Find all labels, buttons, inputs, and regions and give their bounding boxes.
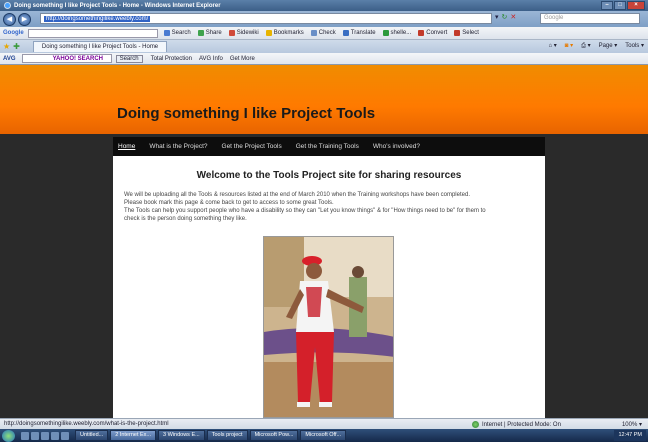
avg-search-button[interactable]: Search bbox=[115, 54, 143, 63]
paragraph-line: check is the person doing something they… bbox=[124, 216, 247, 222]
status-link-url: http://doingsomethingilike.weebly.com/wh… bbox=[4, 421, 169, 427]
ie-logo-icon bbox=[4, 2, 11, 9]
content-area: Welcome to the Tools Project site for sh… bbox=[113, 156, 545, 418]
zoom-level[interactable]: 100% ▾ bbox=[622, 421, 642, 428]
zone-label: Internet | Protected Mode: On bbox=[482, 421, 561, 428]
url-text: http://doingsomethingilike.weebly.com/ bbox=[44, 15, 151, 22]
nav-home[interactable]: Home bbox=[118, 143, 135, 150]
photo-illustration bbox=[264, 237, 393, 417]
tab-bar: ★ ✚ Doing something I like Project Tools… bbox=[0, 40, 648, 53]
quicklaunch-ie-icon[interactable] bbox=[21, 431, 29, 440]
start-button[interactable] bbox=[2, 429, 15, 442]
toolbar-convert-button[interactable]: Convert bbox=[418, 30, 447, 36]
toolbar-translate-button[interactable]: Translate bbox=[342, 30, 376, 36]
address-icons: ▾ ↻ ✕ bbox=[495, 13, 516, 21]
maximize-button[interactable]: □ bbox=[614, 1, 626, 10]
forward-button[interactable]: ▶ bbox=[18, 12, 31, 26]
page-menu[interactable]: Page ▾ bbox=[599, 42, 618, 50]
window-controls: – □ × bbox=[601, 1, 645, 10]
search-icon bbox=[163, 30, 170, 36]
browser-search-input[interactable]: Google bbox=[540, 13, 640, 24]
avg-toolbar: AVG YAHOO! SEARCH Search Total Protectio… bbox=[0, 53, 648, 65]
quicklaunch-word-icon[interactable] bbox=[51, 431, 59, 440]
pdf-icon bbox=[418, 30, 425, 36]
task-button[interactable]: Microsoft Pow... bbox=[249, 430, 299, 441]
translate-icon bbox=[342, 30, 349, 36]
windows-taskbar: Untitled... 2 Internet Ex... 3 Windows E… bbox=[0, 429, 648, 442]
nav-what-is-project[interactable]: What is the Project? bbox=[149, 143, 207, 150]
toolbar-account-button[interactable]: shelle... bbox=[382, 30, 411, 36]
window-title: Doing something I like Project Tools - H… bbox=[14, 2, 221, 9]
spellcheck-icon bbox=[310, 30, 317, 36]
share-icon bbox=[197, 30, 204, 36]
task-button[interactable]: 3 Windows E... bbox=[158, 430, 205, 441]
intro-paragraph: We will be uploading all the Tools & res… bbox=[124, 191, 534, 223]
google-search-input[interactable] bbox=[27, 28, 158, 38]
avg-info[interactable]: AVG Info bbox=[199, 56, 223, 62]
minimize-button[interactable]: – bbox=[601, 1, 613, 10]
nav-get-project-tools[interactable]: Get the Project Tools bbox=[222, 143, 282, 150]
google-logo: Google bbox=[3, 30, 24, 36]
security-zone[interactable]: Internet | Protected Mode: On bbox=[472, 421, 561, 428]
paragraph-line: The Tools can help you support people wh… bbox=[124, 208, 486, 214]
url-field[interactable]: http://doingsomethingilike.weebly.com/ bbox=[40, 13, 492, 24]
google-toolbar: Google Search Share Sidewiki Bookmarks C… bbox=[0, 27, 648, 40]
select-icon bbox=[454, 30, 461, 36]
paragraph-line: Please book mark this page & come back t… bbox=[124, 200, 334, 206]
tools-menu[interactable]: Tools ▾ bbox=[625, 42, 644, 50]
command-bar: ⌂ ▾ ◙ ▾ ⎙ ▾ Page ▾ Tools ▾ bbox=[548, 42, 644, 50]
project-photo bbox=[263, 236, 394, 418]
toolbar-share-button[interactable]: Share bbox=[197, 30, 222, 36]
task-button[interactable]: Microsoft Off... bbox=[300, 430, 347, 441]
site-nav: Home What is the Project? Get the Projec… bbox=[113, 137, 545, 156]
user-icon bbox=[382, 30, 389, 36]
quicklaunch-media-icon[interactable] bbox=[61, 431, 69, 440]
site-header bbox=[0, 65, 648, 134]
task-button[interactable]: 2 Internet Ex... bbox=[110, 430, 157, 441]
tab-home[interactable]: Doing something I like Project Tools - H… bbox=[32, 41, 168, 52]
yahoo-search-input[interactable]: YAHOO! SEARCH bbox=[21, 54, 112, 63]
system-clock[interactable]: 12:47 PM bbox=[614, 430, 646, 441]
back-button[interactable]: ◀ bbox=[3, 12, 16, 26]
nav-whos-involved[interactable]: Who's involved? bbox=[373, 143, 420, 150]
site-title: Doing something I like Project Tools bbox=[117, 105, 376, 122]
status-bar: http://doingsomethingilike.weebly.com/wh… bbox=[0, 418, 648, 429]
task-button[interactable]: Untitled... bbox=[75, 430, 109, 441]
quicklaunch-outlook-icon[interactable] bbox=[41, 431, 49, 440]
avg-logo: AVG bbox=[3, 55, 16, 62]
refresh-icon[interactable]: ↻ bbox=[502, 13, 508, 21]
globe-icon bbox=[472, 421, 479, 428]
star-icon bbox=[265, 30, 272, 36]
sidewiki-icon bbox=[228, 30, 235, 36]
favorites-star-icon[interactable]: ★ bbox=[3, 42, 10, 51]
feeds-icon[interactable]: ◙ ▾ bbox=[565, 42, 573, 50]
toolbar-select-button[interactable]: Select bbox=[454, 30, 479, 36]
toolbar-check-button[interactable]: Check bbox=[310, 30, 336, 36]
toolbar-bookmarks-button[interactable]: Bookmarks bbox=[265, 30, 304, 36]
avg-total-protection[interactable]: Total Protection bbox=[151, 56, 192, 62]
dropdown-icon[interactable]: ▾ bbox=[495, 13, 499, 21]
stop-icon[interactable]: ✕ bbox=[510, 13, 516, 21]
nav-get-training-tools[interactable]: Get the Training Tools bbox=[296, 143, 359, 150]
home-icon[interactable]: ⌂ ▾ bbox=[548, 42, 556, 50]
toolbar-sidewiki-button[interactable]: Sidewiki bbox=[228, 30, 259, 36]
add-favorites-icon[interactable]: ✚ bbox=[13, 42, 20, 51]
browser-viewport: Doing something I like Project Tools Hom… bbox=[0, 65, 648, 418]
task-button[interactable]: Tools project bbox=[206, 430, 248, 441]
quicklaunch-desktop-icon[interactable] bbox=[31, 431, 39, 440]
tab-label: Doing something I like Project Tools - H… bbox=[41, 44, 159, 50]
window-titlebar: Doing something I like Project Tools - H… bbox=[0, 0, 648, 11]
print-icon[interactable]: ⎙ ▾ bbox=[581, 42, 590, 50]
avg-get-more[interactable]: Get More bbox=[230, 56, 255, 62]
search-placeholder: Google bbox=[544, 15, 564, 21]
close-button[interactable]: × bbox=[627, 1, 645, 10]
paragraph-line: We will be uploading all the Tools & res… bbox=[124, 192, 470, 198]
toolbar-search-button[interactable]: Search bbox=[163, 30, 191, 36]
address-bar: ◀ ▶ http://doingsomethingilike.weebly.co… bbox=[0, 11, 648, 27]
yahoo-label: YAHOO! SEARCH bbox=[52, 56, 104, 62]
welcome-heading: Welcome to the Tools Project site for sh… bbox=[196, 170, 462, 181]
